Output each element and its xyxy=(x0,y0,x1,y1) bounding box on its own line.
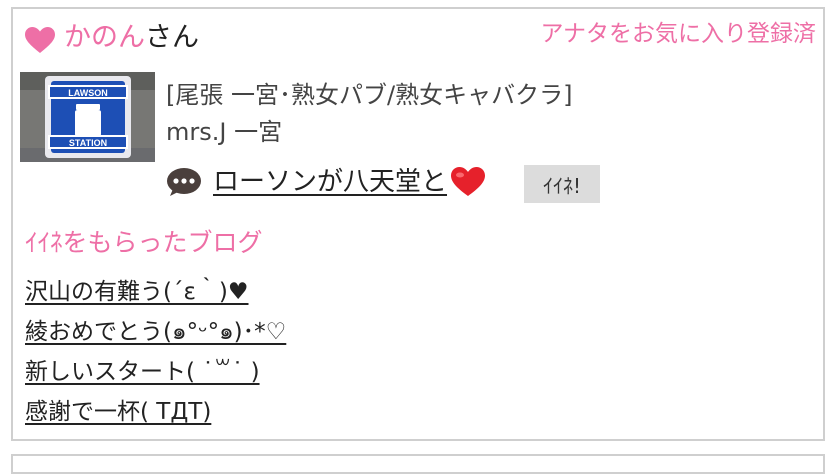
blog-link-3[interactable]: 新しいスタート( ˙꒳˙ ) xyxy=(25,359,260,385)
like-button[interactable]: ｲｲﾈ! xyxy=(524,165,600,203)
user-name-text[interactable]: かのん xyxy=(64,22,145,53)
svg-text:STATION: STATION xyxy=(69,138,107,148)
heart-icon xyxy=(25,27,55,53)
lawson-logo-image: LAWSON STATION xyxy=(20,72,155,162)
list-item: 沢山の有難う(´ε｀)♥ xyxy=(25,272,286,312)
shop-category: [尾張 一宮･熟女パブ/熟女キャバクラ] xyxy=(166,81,573,109)
svg-text:LAWSON: LAWSON xyxy=(68,88,108,98)
post-title-link[interactable]: ローソンが八天堂と xyxy=(213,163,486,201)
red-heart-icon xyxy=(451,167,486,196)
user-name[interactable]: かのんさん xyxy=(64,20,199,56)
comment-bubble-icon xyxy=(167,168,201,196)
shop-name[interactable]: mrs.J 一宮 xyxy=(166,115,282,149)
list-item: 新しいスタート( ˙꒳˙ ) xyxy=(25,352,286,392)
list-item: 綾おめでとう(๑°ᵕ°๑)･*♡ xyxy=(25,312,286,352)
liked-blogs-list: 沢山の有難う(´ε｀)♥ 綾おめでとう(๑°ᵕ°๑)･*♡ 新しいスタート( ˙… xyxy=(25,272,286,432)
blog-link-1[interactable]: 沢山の有難う(´ε｀)♥ xyxy=(25,279,249,305)
list-item: 感謝で一杯( ΤДΤ) xyxy=(25,392,286,432)
next-notification-card xyxy=(11,454,825,474)
post-title-text[interactable]: ローソンが八天堂と xyxy=(213,163,447,201)
favorite-status: アナタをお気に入り登録済 xyxy=(540,21,816,47)
blog-link-4[interactable]: 感謝で一杯( ΤДΤ) xyxy=(25,399,211,425)
liked-blogs-heading: ｲｲﾈをもらったブログ xyxy=(25,228,263,257)
blog-link-2[interactable]: 綾おめでとう(๑°ᵕ°๑)･*♡ xyxy=(25,319,286,345)
user-honorific: さん xyxy=(145,22,199,53)
post-thumbnail[interactable]: LAWSON STATION xyxy=(20,72,155,162)
